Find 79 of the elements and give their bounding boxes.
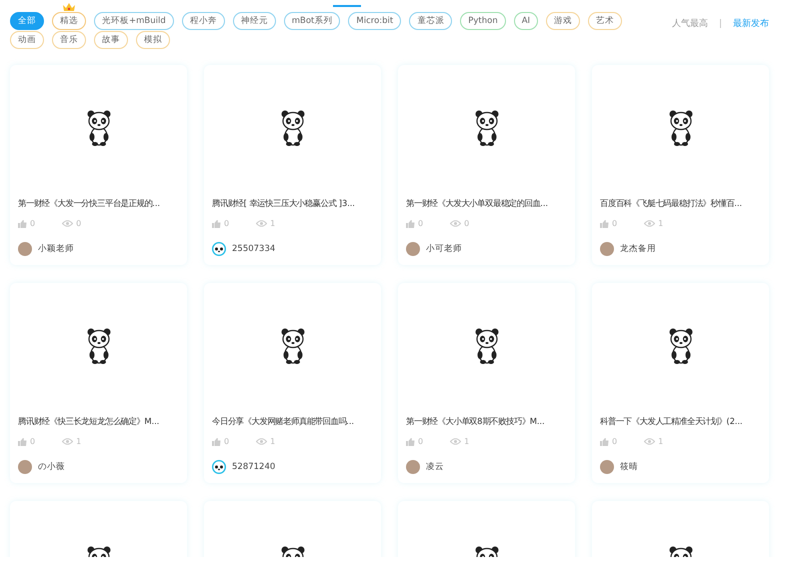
like-count: 0 [418,437,424,446]
thumbs-up-icon[interactable] [212,438,221,446]
view-count: 1 [270,219,276,228]
eye-icon [644,438,656,445]
thumbs-up-icon[interactable] [600,438,609,446]
view-count: 1 [658,219,664,228]
author-name[interactable]: 凌云 [426,461,444,473]
project-title[interactable]: 腾讯财经《快三长龙短龙怎么确定》M... [18,415,160,427]
category-tag[interactable]: Python [460,12,506,30]
thumbs-up-icon[interactable] [600,220,609,228]
like-count: 0 [224,219,230,228]
thumbs-up-icon[interactable] [212,220,221,228]
author-name[interactable]: 52871240 [232,462,276,472]
panda-drawing [86,328,112,364]
eye-icon [644,220,656,227]
view-count: 1 [464,437,470,446]
panda-drawing [280,328,306,364]
avatar-photo [18,460,32,474]
eye-icon [62,438,74,445]
avatar-photo [600,242,614,256]
like-count: 0 [612,437,618,446]
view-count: 1 [76,437,82,446]
author-name[interactable]: 小可老师 [426,243,462,255]
panda-drawing [280,110,306,146]
like-count: 0 [612,219,618,228]
panda-avatar-icon [212,242,226,256]
category-tag[interactable]: 童芯派 [409,12,452,30]
view-count: 0 [76,219,82,228]
view-count: 1 [270,437,276,446]
category-tag[interactable]: AI [514,12,538,30]
author-name[interactable]: の小薇 [38,461,65,473]
project-title[interactable]: 第一财经《大发一分快三平台是正规的... [18,197,160,209]
eye-icon [450,220,462,227]
panda-drawing [474,328,500,364]
view-count: 1 [658,437,664,446]
project-title[interactable]: 第一财经《大小单双8期不败技巧》M... [406,415,545,427]
tab-underline [333,5,361,7]
category-tag[interactable]: 神经元 [232,12,276,30]
category-tag[interactable]: 动画 [10,31,44,49]
eye-icon [62,220,74,227]
panda-drawing [668,328,694,364]
panda-drawing [668,110,694,146]
category-tag[interactable]: 音乐 [52,31,86,49]
avatar-photo [600,460,614,474]
author-name[interactable]: 小颖老师 [38,243,74,255]
like-count: 0 [224,437,230,446]
project-title[interactable]: 科普一下《大发人工精准全天计划》(2... [600,415,742,427]
category-tag[interactable]: 艺术 [588,12,622,30]
project-title[interactable]: 腾讯财经[ 幸运快三压大小稳赢公式 ]3... [212,197,355,209]
panda-avatar-icon [212,460,226,474]
like-count: 0 [30,219,36,228]
panda-drawing [86,110,112,146]
like-count: 0 [418,219,424,228]
thumbs-up-icon[interactable] [406,220,415,228]
like-count: 0 [30,437,36,446]
author-name[interactable]: 龙杰备用 [620,243,656,255]
avatar-photo [406,242,420,256]
view-count: 0 [464,219,470,228]
thumbs-up-icon[interactable] [18,438,27,446]
category-tag[interactable]: 游戏 [546,12,580,30]
thumbs-up-icon[interactable] [406,438,415,446]
project-title[interactable]: 今日分享《大发网赌老师真能带回血吗... [212,415,354,427]
project-title[interactable]: 百度百科《飞艇七码最稳打法》秒懂百... [600,197,742,209]
eye-icon [256,438,268,445]
avatar-photo [18,242,32,256]
thumbs-up-icon[interactable] [18,220,27,228]
category-tag[interactable]: 故事 [94,31,128,49]
eye-icon [450,438,462,445]
category-tag[interactable]: mBot系列 [284,12,340,30]
panda-drawing [474,110,500,146]
avatar-photo [406,460,420,474]
project-title[interactable]: 第一财经《大发大小单双最稳定的回血... [406,197,548,209]
eye-icon [256,220,268,227]
author-name[interactable]: 25507334 [232,244,276,254]
category-tag[interactable]: Micro:bit [348,12,402,30]
author-name[interactable]: 筱晴 [620,461,638,473]
category-tag[interactable]: 模拟 [136,31,170,49]
category-tag[interactable]: 光环板+mBuild [94,12,174,30]
category-tag[interactable]: 程小奔 [182,12,225,30]
